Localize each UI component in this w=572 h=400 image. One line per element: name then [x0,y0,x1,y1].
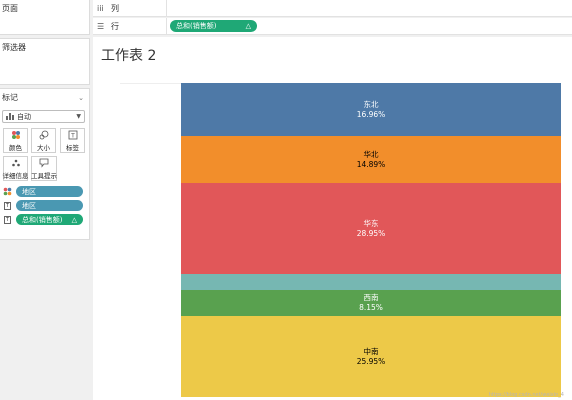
marks-field-row: 地区 [3,186,83,197]
rows-icon: ☰ [97,21,105,31]
segment-region-label: 东北 [363,99,379,109]
pages-card: 页面 [0,0,90,35]
detail-icon [11,157,21,168]
segment-percent-label: 8.15% [359,303,383,312]
sales-sum-label-pill[interactable]: 总和(销售额) △ [16,214,83,225]
mark-type-select[interactable]: 自动 ▼ [2,110,85,123]
segment-region-label: 中南 [363,346,379,356]
tooltip-label: 工具提示 [31,172,57,180]
left-panel: 页面 筛选器 标记 ⌄ 自动 ▼ 颜色 大小 T 标签 详细信息 工具提示 地区… [0,0,91,400]
dropdown-arrow-icon: ▼ [76,113,81,120]
color-button[interactable]: 颜色 [3,128,28,153]
marks-field-row: T 地区 [3,200,83,211]
bar-segment[interactable]: 中南 25.95% [181,316,561,397]
color-label: 颜色 [9,144,22,152]
bar-chart-icon [6,113,14,120]
marks-title: 标记 [2,93,18,102]
bar-segment[interactable]: 东北 16.96% [181,83,561,136]
marks-header: 标记 ⌄ [0,89,89,106]
bar-segment[interactable] [181,274,561,290]
region-color-pill[interactable]: 地区 [16,186,83,197]
segment-percent-label: 28.95% [356,228,386,238]
segment-region-label: 华东 [363,218,379,228]
segment-percent-label: 25.95% [356,356,386,366]
table-calc-delta-icon: △ [245,22,251,30]
tooltip-icon [39,157,49,168]
table-calc-delta-icon: △ [71,215,77,224]
pages-title: 页面 [2,4,18,13]
row-header-area [120,83,181,397]
rows-pill-text: 总和(销售额) [176,22,217,30]
filters-title: 筛选器 [2,43,26,52]
columns-icon: iii [97,3,104,13]
label-button[interactable]: T 标签 [60,128,85,153]
rows-sales-sum-pill[interactable]: 总和(销售额) △ [170,20,257,32]
text-label-icon: T [68,129,78,140]
rows-shelf[interactable]: ☰ 行 总和(销售额) △ [93,18,572,35]
segment-percent-label: 16.96% [356,109,386,119]
region-label-pill[interactable]: 地区 [16,200,83,211]
size-button[interactable]: 大小 [31,128,56,153]
columns-label: 列 [111,3,119,13]
bar-segment[interactable]: 华东 28.95% [181,183,561,274]
bar-segment[interactable]: 华北 14.89% [181,136,561,183]
svg-text:T: T [70,132,75,139]
sales-sum-label-text: 总和(销售额) [22,215,63,224]
text-label-icon: T [4,201,11,210]
mark-type-value: 自动 [17,112,31,121]
detail-label: 详细信息 [2,172,29,180]
worksheet-view: 工作表 2 东北 16.96% 华北 14.89% 华东 28.95% 西南 8.15% 中南 2… [93,37,572,400]
size-label: 大小 [37,144,50,152]
size-icon [39,129,49,140]
filters-card[interactable]: 筛选器 [0,38,90,85]
label-label: 标签 [66,144,79,152]
columns-shelf[interactable]: iii 列 [93,0,572,17]
sheet-title: 工作表 2 [101,48,157,64]
rows-shelf-label: ☰ 行 [93,18,167,34]
segment-region-label: 西南 [363,293,379,302]
detail-button[interactable]: 详细信息 [2,156,29,181]
segment-percent-label: 14.89% [356,159,386,169]
tooltip-button[interactable]: 工具提示 [31,156,57,181]
columns-shelf-label: iii 列 [93,0,167,16]
rows-label: 行 [111,21,119,31]
text-label-icon: T [4,215,11,224]
marks-card: 标记 ⌄ 自动 ▼ 颜色 大小 T 标签 详细信息 工具提示 地区 T 地区 T… [0,88,90,240]
color-icon [3,187,12,196]
bar-segment[interactable]: 西南 8.15% [181,290,561,316]
tableau-workspace: 页面 筛选器 标记 ⌄ 自动 ▼ 颜色 大小 T 标签 详细信息 工具提示 地区… [0,0,572,400]
chevron-down-icon[interactable]: ⌄ [78,94,87,102]
marks-field-row: T 总和(销售额) △ [3,214,83,225]
watermark: https://blog.csdn.net/weixin_4 [488,392,564,398]
segment-region-label: 华北 [363,149,379,159]
stacked-bar-chart[interactable]: 东北 16.96% 华北 14.89% 华东 28.95% 西南 8.15% 中南 25.95% [181,83,561,397]
color-icon [11,129,21,140]
